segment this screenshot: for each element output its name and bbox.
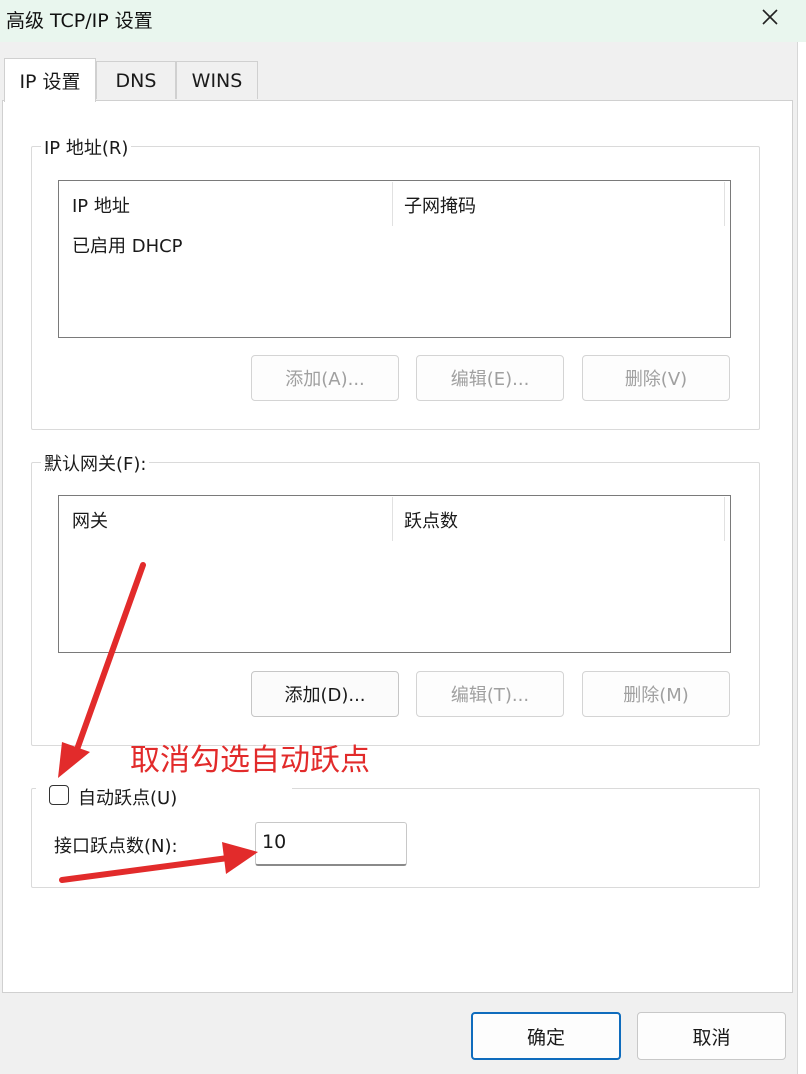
list-item-dhcp[interactable]: 已启用 DHCP [72, 232, 183, 258]
column-header-subnet-mask[interactable]: 子网掩码 [404, 192, 476, 218]
column-separator[interactable] [724, 182, 725, 226]
annotation-text: 取消勾选自动跃点 [130, 743, 370, 778]
column-header-gateway[interactable]: 网关 [72, 507, 108, 533]
edit-ip-button[interactable]: 编辑(E)... [416, 355, 564, 401]
default-gateway-group-label: 默认网关(F): [41, 450, 150, 476]
window-edge [798, 42, 806, 1074]
ok-button[interactable]: 确定 [471, 1012, 621, 1060]
edit-gateway-button[interactable]: 编辑(T)... [416, 671, 564, 717]
remove-ip-button[interactable]: 删除(V) [582, 355, 730, 401]
close-button[interactable] [742, 0, 798, 34]
add-gateway-button[interactable]: 添加(D)... [251, 671, 399, 717]
interface-metric-input[interactable]: 10 [255, 822, 407, 866]
interface-metric-label: 接口跃点数(N): [54, 836, 178, 857]
ip-address-group-label: IP 地址(R) [41, 134, 132, 160]
column-header-metric[interactable]: 跃点数 [404, 507, 458, 533]
tab-dns[interactable]: DNS [96, 61, 176, 99]
remove-gateway-button[interactable]: 删除(M) [582, 671, 730, 717]
auto-metric-checkbox[interactable] [49, 785, 69, 805]
auto-metric-label[interactable]: 自动跃点(U) [78, 784, 177, 810]
column-separator[interactable] [724, 497, 725, 541]
add-ip-button[interactable]: 添加(A)... [251, 355, 399, 401]
column-separator[interactable] [392, 497, 393, 541]
cancel-button[interactable]: 取消 [637, 1012, 786, 1060]
tab-wins[interactable]: WINS [176, 61, 258, 99]
window-title: 高级 TCP/IP 设置 [6, 10, 153, 32]
close-icon [762, 9, 778, 25]
tab-ip-settings[interactable]: IP 设置 [4, 58, 96, 102]
window-edge-line [797, 42, 798, 1074]
ip-address-list[interactable] [58, 180, 731, 338]
column-separator[interactable] [392, 182, 393, 226]
column-header-ip-address[interactable]: IP 地址 [72, 192, 130, 218]
gateway-list[interactable] [58, 495, 731, 653]
